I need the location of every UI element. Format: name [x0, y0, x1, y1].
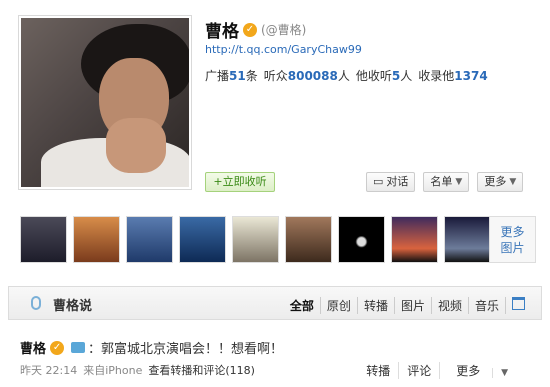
verified-icon: ✓: [50, 340, 65, 355]
post-more-label: 更多: [456, 364, 481, 378]
chat-icon: ▭: [373, 175, 384, 188]
stat-collected-num: 1374: [454, 69, 488, 83]
more-button[interactable]: 更多 ▼: [477, 172, 524, 192]
feed-title: 曹格说: [53, 299, 93, 314]
stat-collected[interactable]: 收录他1374: [418, 67, 487, 84]
more-photos-label-1: 更多: [500, 225, 525, 239]
post-source: 来自iPhone: [83, 364, 143, 377]
follow-button[interactable]: +立即收听: [205, 172, 275, 192]
more-photos-label-2: 图片: [500, 241, 525, 255]
post-more-button[interactable]: 更多 ▼: [439, 362, 524, 379]
profile-name-row: 曹格 ✓ (@曹格): [205, 17, 306, 42]
profile-actions: ▭ 对话 名单 ▼ 更多 ▼: [366, 172, 524, 192]
post-meta: 昨天 22:14 来自iPhone 查看转播和评论(118): [20, 362, 255, 378]
feed-header: 曹格说 全部 原创 转播 图片 视频 音乐: [8, 286, 542, 320]
chat-button[interactable]: ▭ 对话: [366, 172, 416, 192]
stat-following-label: 他收听: [355, 69, 392, 83]
photo-thumbnail[interactable]: [391, 216, 438, 263]
stat-broadcast[interactable]: 广播51条: [205, 67, 258, 84]
stat-broadcast-unit: 条: [245, 69, 258, 83]
view-reposts-count: 118: [229, 364, 251, 377]
photo-thumbnail[interactable]: [73, 216, 120, 263]
list-label: 名单: [430, 175, 453, 188]
profile-handle: (@曹格): [261, 23, 307, 37]
filter-all[interactable]: 全部: [284, 297, 320, 314]
filter-video[interactable]: 视频: [430, 297, 468, 314]
stat-listeners-num: 800088: [287, 69, 338, 83]
photo-thumbnail[interactable]: [232, 216, 279, 263]
list-button[interactable]: 名单 ▼: [423, 172, 470, 192]
post-time[interactable]: 昨天 22:14: [20, 362, 77, 378]
filter-original[interactable]: 原创: [319, 297, 357, 314]
view-reposts-link[interactable]: 查看转播和评论(118): [148, 362, 255, 378]
stat-broadcast-num: 51: [229, 69, 246, 83]
photo-thumbnail[interactable]: [20, 216, 67, 263]
photo-thumbnail[interactable]: [444, 216, 491, 263]
stat-listeners-unit: 人: [337, 69, 350, 83]
view-reposts-close: ): [250, 364, 255, 377]
profile-name: 曹格: [205, 22, 239, 42]
photo-thumbnail[interactable]: [338, 216, 385, 263]
profile-url[interactable]: http://t.qq.com/GaryChaw99: [205, 43, 362, 56]
post-content: ：郭富城北京演唱会！！想看啊！: [88, 342, 284, 357]
filter-music[interactable]: 音乐: [467, 297, 505, 314]
stat-collected-label: 收录他: [418, 69, 455, 83]
microphone-icon: [31, 296, 41, 310]
chevron-down-icon: ▼: [492, 368, 516, 378]
avatar-photo: [21, 18, 189, 187]
stat-listeners[interactable]: 听众800088人: [264, 67, 350, 84]
verified-icon: ✓: [243, 22, 257, 37]
profile-avatar: [18, 15, 192, 190]
stat-broadcast-label: 广播: [205, 69, 230, 83]
calendar-icon: [512, 297, 525, 310]
stat-following-num: 5: [391, 69, 401, 83]
comment-button[interactable]: 评论: [398, 362, 439, 379]
avatar-hands: [106, 118, 166, 173]
repost-button[interactable]: 转播: [358, 362, 398, 379]
stat-following[interactable]: 他收听5人: [356, 67, 412, 84]
filter-repost[interactable]: 转播: [356, 297, 394, 314]
chat-label: 对话: [386, 175, 409, 188]
photo-thumbnail[interactable]: [179, 216, 226, 263]
profile-stats: 广播51条 听众800088人 他收听5人 收录他1374: [205, 67, 488, 84]
more-photos-button[interactable]: 更多 图片: [489, 216, 536, 263]
view-reposts-label: 查看转播和评论(: [148, 364, 230, 377]
photo-strip: [20, 216, 491, 263]
photo-thumbnail[interactable]: [285, 216, 332, 263]
stat-listeners-label: 听众: [263, 69, 288, 83]
post-actions: 转播 评论 更多 ▼: [358, 362, 524, 379]
chevron-down-icon: ▼: [509, 177, 517, 187]
photo-thumbnail[interactable]: [126, 216, 173, 263]
stat-following-unit: 人: [400, 69, 413, 83]
mobile-phone-icon: [71, 342, 86, 353]
chevron-down-icon: ▼: [455, 177, 463, 187]
feed-filters: 全部 原创 转播 图片 视频 音乐: [284, 297, 531, 314]
post-author[interactable]: 曹格: [20, 338, 46, 357]
filter-image[interactable]: 图片: [393, 297, 431, 314]
post-item: 曹格 ✓ ：郭富城北京演唱会！！想看啊！: [20, 338, 283, 357]
more-label: 更多: [484, 175, 507, 188]
calendar-filter[interactable]: [505, 297, 531, 314]
